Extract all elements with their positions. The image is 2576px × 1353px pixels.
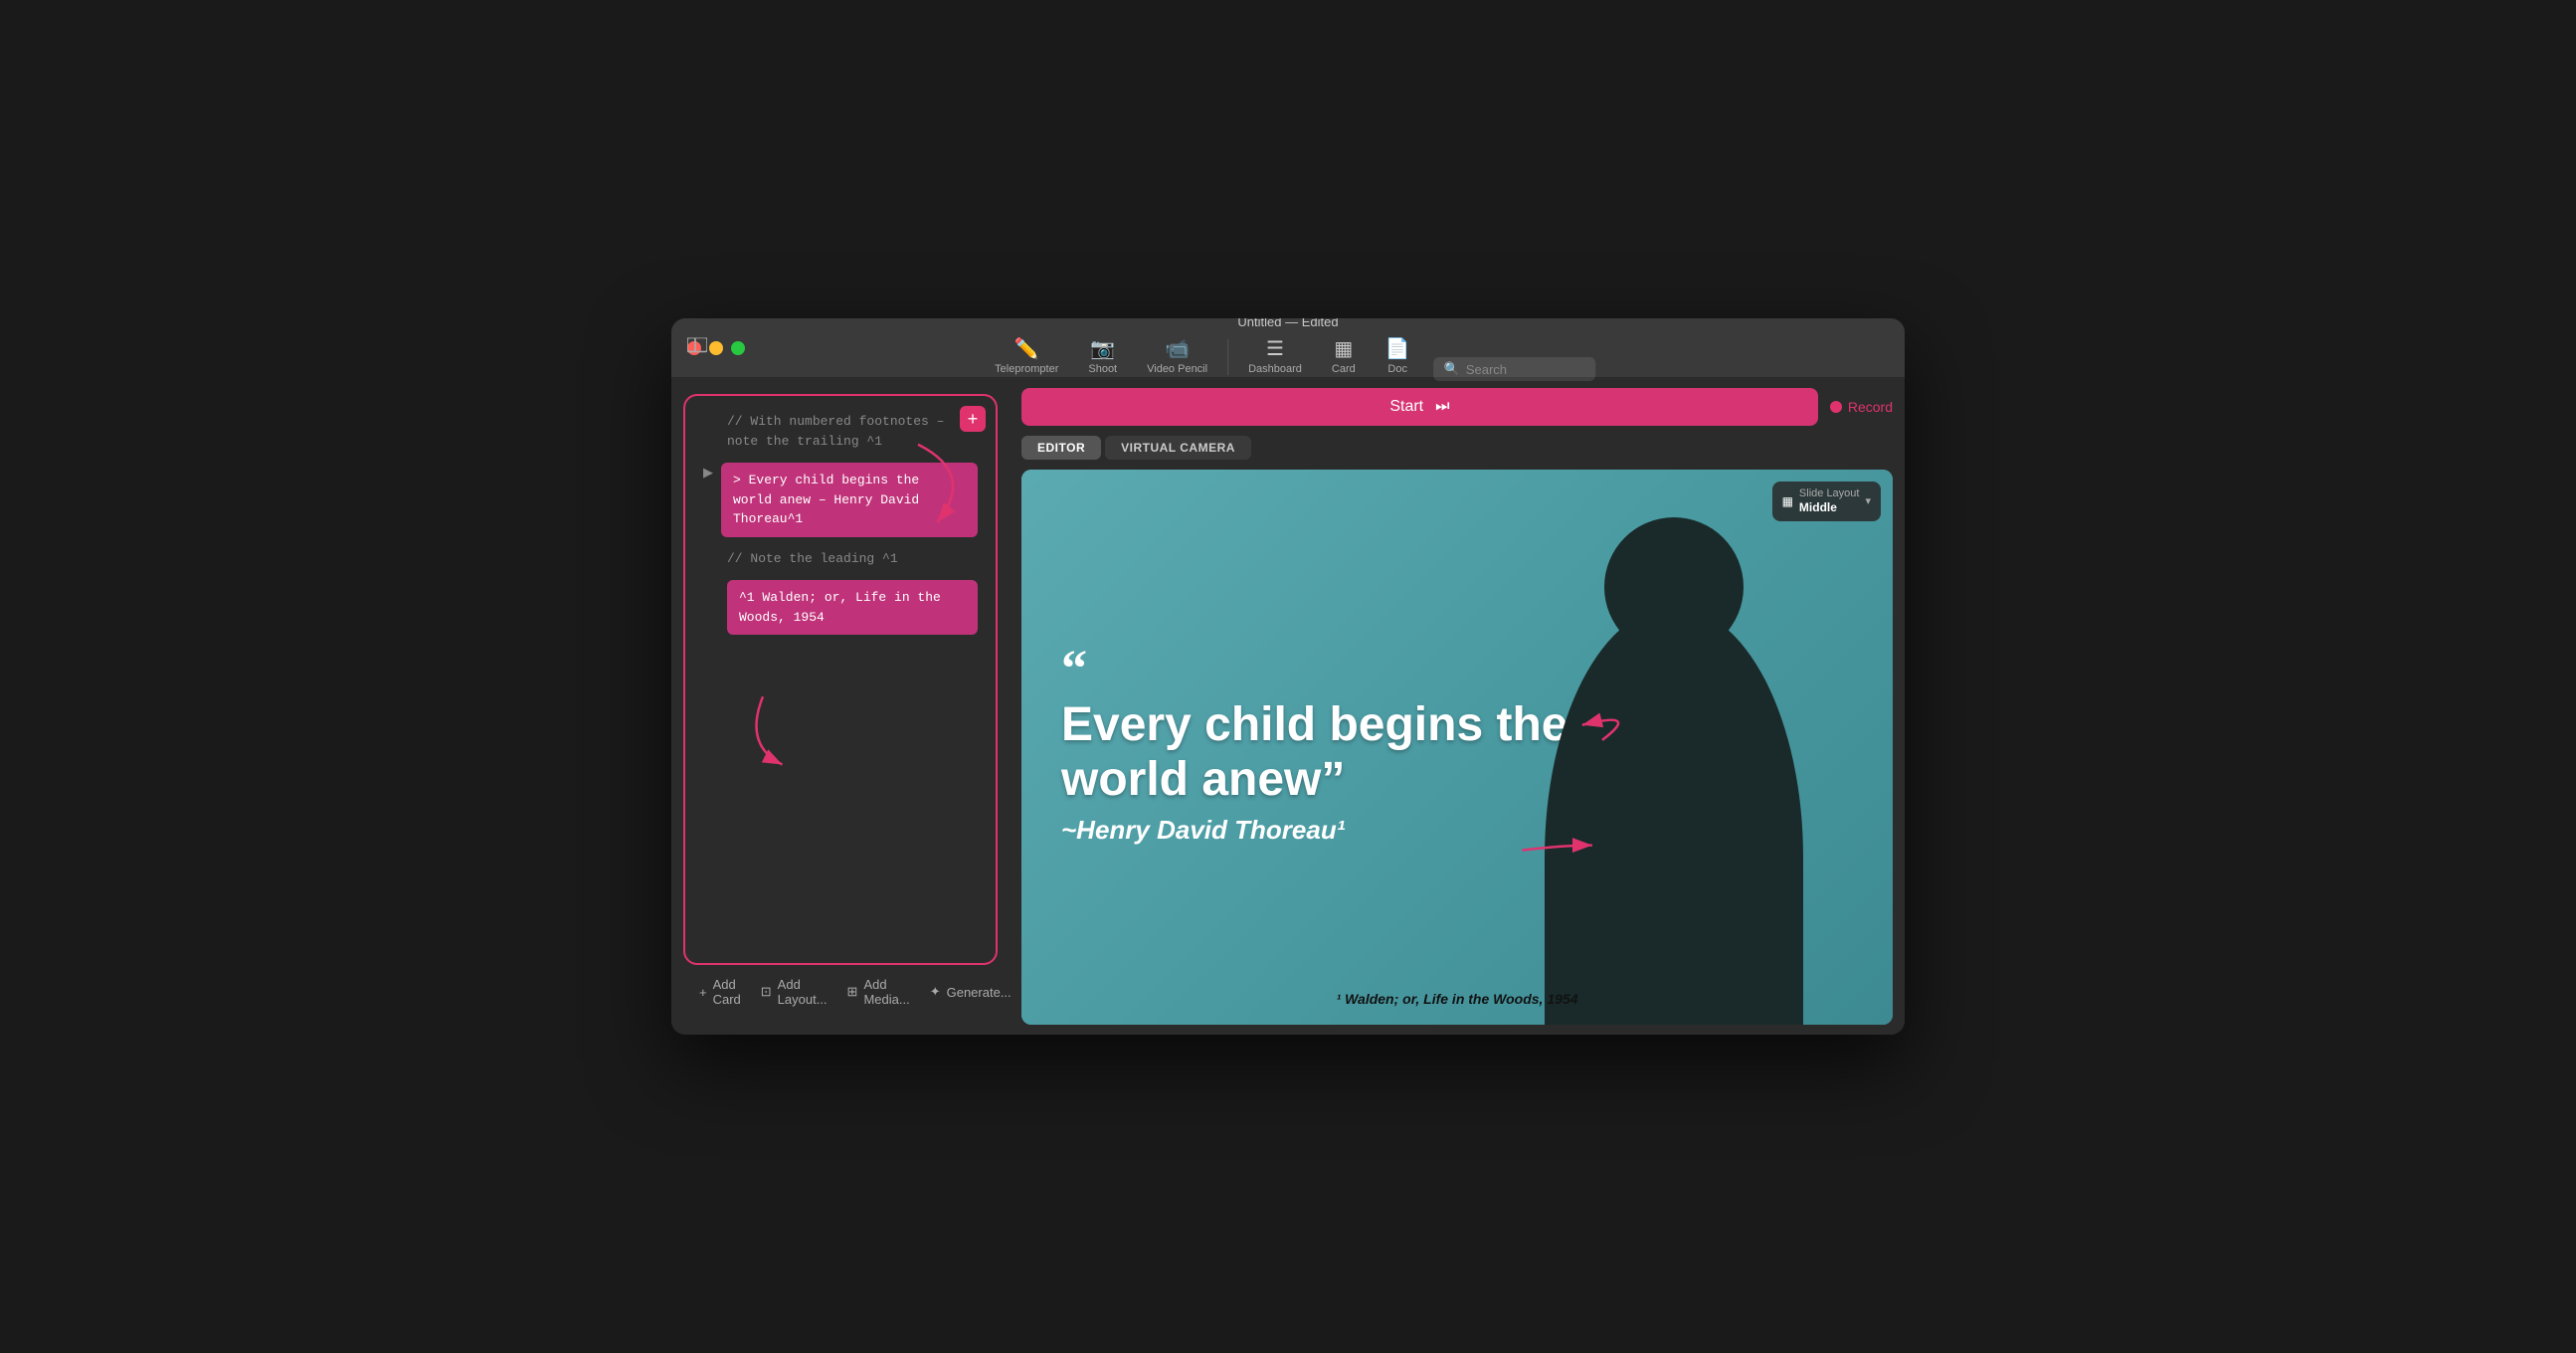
preview-area: “ Every child begins the world anew” ~He… [1021,470,1893,1025]
editor-quote-line: ▶ > Every child begins the world anew – … [703,463,978,537]
slide-layout-icon: ▦ [1782,494,1793,508]
record-label: Record [1848,399,1893,415]
footnote-block[interactable]: ^1 Walden; or, Life in the Woods, 1954 [727,580,978,635]
add-layout-label: Add Layout... [778,977,828,1007]
card-label: Card [1332,363,1356,375]
add-layout-button[interactable]: ⊡ Add Layout... [761,977,828,1007]
editor-comment-1: // With numbered footnotes – note the tr… [703,412,978,451]
chevron-down-icon: ▾ [1865,494,1871,507]
toolbar-separator [1227,339,1228,375]
silhouette-head [1604,517,1744,657]
preview-quote-author: ~Henry David Thoreau¹ [1061,815,1559,846]
dashboard-icon: ☰ [1266,339,1284,359]
add-media-button[interactable]: ⊞ Add Media... [847,977,910,1007]
left-panel: + // With numbered footnotes – note the … [671,378,1010,1035]
tab-virtual-camera-label: VIRTUAL CAMERA [1121,441,1235,455]
search-icon: 🔍 [1444,361,1460,377]
preview-background: “ Every child begins the world anew” ~He… [1021,470,1893,1025]
preview-footnote: ¹ Walden; or, Life in the Woods, 1954 [1021,991,1893,1007]
add-media-label: Add Media... [863,977,909,1007]
search-box[interactable]: 🔍 [1434,357,1595,381]
app-window: Untitled — Edited ✏️ Teleprompter 📷 Shoo… [671,318,1905,1035]
main-area: + // With numbered footnotes – note the … [671,378,1905,1035]
add-card-label: Add Card [713,977,741,1007]
toolbar-card[interactable]: ▦ Card [1318,333,1370,381]
window-title: Untitled — Edited [1237,318,1338,329]
editor-comment-2: // Note the leading ^1 [703,549,978,569]
start-label: Start [1389,398,1423,416]
shoot-label: Shoot [1088,363,1117,375]
sidebar-toggle-icon[interactable] [687,337,707,358]
slide-layout-button[interactable]: ▦ Slide Layout Middle ▾ [1772,482,1881,521]
video-pencil-icon: 📹 [1165,339,1190,359]
toolbar-shoot[interactable]: 📷 Shoot [1074,333,1131,381]
person-silhouette [1515,470,1833,1025]
plus-icon: + [699,985,707,1000]
editor-footnote-line: ^1 Walden; or, Life in the Woods, 1954 [703,580,978,635]
skip-forward-icon: ⏭ [1435,398,1449,416]
titlebar: Untitled — Edited ✏️ Teleprompter 📷 Shoo… [671,318,1905,378]
teleprompter-label: Teleprompter [995,363,1058,375]
minimize-button[interactable] [709,341,723,355]
right-panel: Start ⏭ Record EDITOR VIRTUAL CAMERA [1010,378,1905,1035]
quote-block[interactable]: > Every child begins the world anew – He… [721,463,978,537]
top-controls: Start ⏭ Record [1021,388,1893,426]
doc-icon: 📄 [1385,339,1410,359]
search-input[interactable] [1466,362,1585,377]
generate-button[interactable]: ✦ Generate... [930,984,1012,1000]
play-button[interactable]: ▶ [703,465,713,481]
toolbar-teleprompter[interactable]: ✏️ Teleprompter [981,333,1072,381]
generate-icon: ✦ [930,984,941,1000]
record-dot-icon [1830,401,1842,413]
view-tabs: EDITOR VIRTUAL CAMERA [1021,436,1893,460]
video-pencil-label: Video Pencil [1147,363,1207,375]
layout-icon: ⊡ [761,984,772,1000]
tab-editor[interactable]: EDITOR [1021,436,1101,460]
toolbar-dashboard[interactable]: ☰ Dashboard [1234,333,1316,381]
slide-layout-label: Slide Layout [1799,487,1860,500]
tab-virtual-camera[interactable]: VIRTUAL CAMERA [1105,436,1251,460]
teleprompter-icon: ✏️ [1014,339,1039,359]
start-button[interactable]: Start ⏭ [1021,388,1818,426]
silhouette-body [1545,607,1803,1025]
record-button[interactable]: Record [1830,399,1893,415]
toolbar-doc[interactable]: 📄 Doc [1372,333,1424,381]
comment-text-2: // Note the leading ^1 [727,549,898,569]
card-icon: ▦ [1334,339,1353,359]
bottom-toolbar: + Add Card ⊡ Add Layout... ⊞ Add Media..… [683,965,998,1019]
shoot-icon: 📷 [1090,339,1115,359]
card-editor: + // With numbered footnotes – note the … [683,394,998,965]
tab-editor-label: EDITOR [1037,441,1085,455]
maximize-button[interactable] [731,341,745,355]
generate-label: Generate... [947,985,1012,1000]
slide-layout-value: Middle [1799,500,1860,514]
dashboard-label: Dashboard [1248,363,1302,375]
toolbar-video-pencil[interactable]: 📹 Video Pencil [1133,333,1221,381]
media-icon: ⊞ [847,984,858,1000]
card-add-button[interactable]: + [960,406,986,432]
comment-text-1: // With numbered footnotes – note the tr… [727,412,978,451]
add-card-button[interactable]: + Add Card [699,977,741,1007]
doc-label: Doc [1387,363,1407,375]
